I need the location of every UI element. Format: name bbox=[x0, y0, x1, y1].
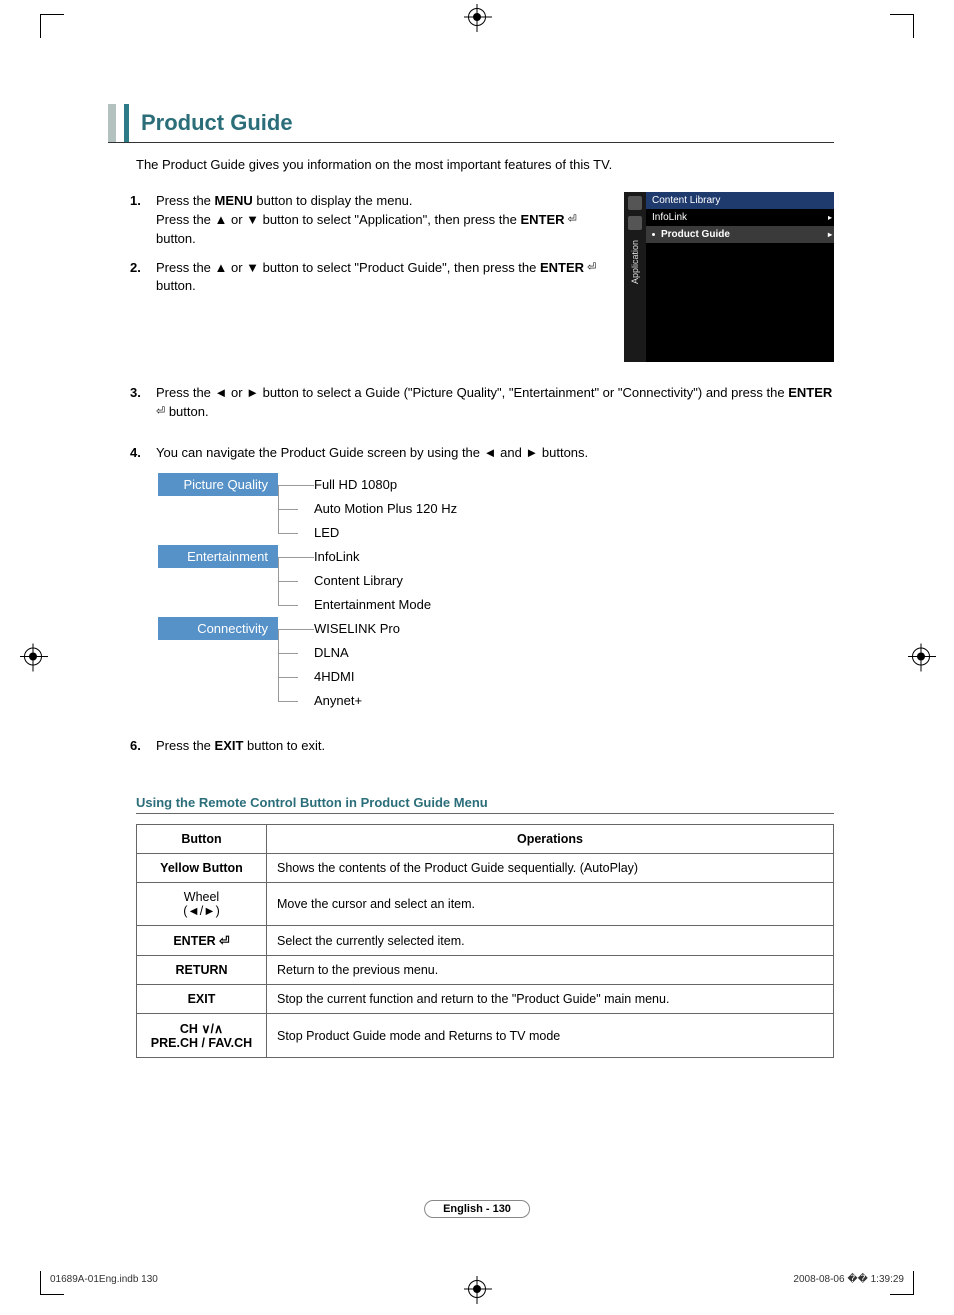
steps-and-menu: 1. Press the MENU button to display the … bbox=[130, 192, 834, 362]
step-text: Press the ◄ or ► button to select a Guid… bbox=[156, 384, 834, 422]
steps-list-end: 6. Press the EXIT button to exit. bbox=[130, 737, 834, 756]
print-meta-left: 01689A-01Eng.indb 130 bbox=[50, 1274, 158, 1285]
table-row: ENTER ⏎ Select the currently selected it… bbox=[137, 926, 834, 956]
step-2: 2. Press the ▲ or ▼ button to select "Pr… bbox=[130, 259, 606, 297]
tree-leaf: LED bbox=[314, 525, 339, 540]
intro-text: The Product Guide gives you information … bbox=[136, 157, 834, 172]
table-row: Wheel(◄/►) Move the cursor and select an… bbox=[137, 883, 834, 926]
button-cell: RETURN bbox=[137, 956, 267, 985]
osd-menu-screenshot: Application Content Library InfoLink▸ Pr… bbox=[624, 192, 834, 362]
step-number: 3. bbox=[130, 384, 156, 422]
tree-leaf: Auto Motion Plus 120 Hz bbox=[314, 501, 457, 516]
title-row: Product Guide bbox=[108, 104, 834, 143]
enter-icon: ⏎ bbox=[156, 406, 165, 418]
osd-menu-item: InfoLink▸ bbox=[646, 209, 834, 226]
table-subtitle: Using the Remote Control Button in Produ… bbox=[136, 795, 834, 814]
operation-cell: Return to the previous menu. bbox=[267, 956, 834, 985]
tree-sub-row: DLNA bbox=[158, 641, 834, 665]
button-cell: EXIT bbox=[137, 985, 267, 1014]
app-icon bbox=[628, 216, 642, 230]
registration-mark-icon bbox=[468, 8, 486, 29]
tree-leaf: WISELINK Pro bbox=[314, 621, 400, 636]
osd-sidebar: Application bbox=[624, 192, 646, 362]
tree-leaf: Entertainment Mode bbox=[314, 597, 431, 612]
enter-icon: ⏎ bbox=[565, 213, 577, 225]
step-text: Press the EXIT button to exit. bbox=[156, 737, 834, 756]
tree-sub-row: Auto Motion Plus 120 Hz bbox=[158, 497, 834, 521]
tree-sub-row: 4HDMI bbox=[158, 665, 834, 689]
enter-icon: ⏎ bbox=[584, 261, 596, 273]
registration-mark-icon bbox=[912, 647, 930, 668]
step-3: 3. Press the ◄ or ► button to select a G… bbox=[130, 384, 834, 422]
crop-mark bbox=[40, 14, 64, 38]
chevron-right-icon: ▸ bbox=[828, 213, 832, 222]
button-cell: ENTER ⏎ bbox=[137, 926, 267, 956]
step-number: 6. bbox=[130, 737, 156, 756]
tree-sub-row: Entertainment Mode bbox=[158, 593, 834, 617]
button-cell: Wheel(◄/►) bbox=[137, 883, 267, 926]
page-footer: English - 130 bbox=[424, 1200, 530, 1215]
button-cell: Yellow Button bbox=[137, 854, 267, 883]
tree-category-row: Entertainment InfoLink bbox=[158, 545, 834, 569]
step-text: Press the ▲ or ▼ button to select "Produ… bbox=[156, 259, 606, 297]
osd-menu-item-selected: Product Guide▸ bbox=[646, 226, 834, 243]
tree-leaf: Full HD 1080p bbox=[314, 477, 397, 492]
tree-leaf: DLNA bbox=[314, 645, 349, 660]
osd-header: Content Library bbox=[646, 192, 834, 209]
steps-list: 1. Press the MENU button to display the … bbox=[130, 192, 606, 362]
tree-sub-row: LED bbox=[158, 521, 834, 545]
steps-list-cont: 3. Press the ◄ or ► button to select a G… bbox=[130, 384, 834, 463]
step-1: 1. Press the MENU button to display the … bbox=[130, 192, 606, 249]
crop-mark bbox=[890, 14, 914, 38]
button-cell: CH ∨/∧PRE.CH / FAV.CH bbox=[137, 1014, 267, 1058]
tree-category-row: Connectivity WISELINK Pro bbox=[158, 617, 834, 641]
category-connectivity: Connectivity bbox=[158, 617, 278, 640]
operation-cell: Stop Product Guide mode and Returns to T… bbox=[267, 1014, 834, 1058]
tree-leaf: InfoLink bbox=[314, 549, 360, 564]
tree-sub-row: Content Library bbox=[158, 569, 834, 593]
osd-main: Content Library InfoLink▸ Product Guide▸ bbox=[646, 192, 834, 362]
page-title: Product Guide bbox=[141, 104, 293, 142]
tree-leaf: Content Library bbox=[314, 573, 403, 588]
app-icon bbox=[628, 196, 642, 210]
manual-page: Product Guide The Product Guide gives yo… bbox=[0, 0, 954, 1315]
guide-tree: Picture Quality Full HD 1080p Auto Motio… bbox=[158, 473, 834, 713]
col-header-button: Button bbox=[137, 825, 267, 854]
operation-cell: Move the cursor and select an item. bbox=[267, 883, 834, 926]
table-row: RETURN Return to the previous menu. bbox=[137, 956, 834, 985]
chevron-right-icon: ▸ bbox=[828, 230, 832, 239]
bullet-icon bbox=[652, 233, 655, 236]
operation-cell: Stop the current function and return to … bbox=[267, 985, 834, 1014]
tree-category-row: Picture Quality Full HD 1080p bbox=[158, 473, 834, 497]
registration-mark-icon bbox=[24, 647, 42, 668]
osd-sidebar-label: Application bbox=[630, 240, 640, 284]
step-6: 6. Press the EXIT button to exit. bbox=[130, 737, 834, 756]
page-content: Product Guide The Product Guide gives yo… bbox=[108, 104, 834, 1058]
col-header-operations: Operations bbox=[267, 825, 834, 854]
step-4: 4. You can navigate the Product Guide sc… bbox=[130, 444, 834, 463]
tree-leaf: 4HDMI bbox=[314, 669, 354, 684]
table-row: CH ∨/∧PRE.CH / FAV.CH Stop Product Guide… bbox=[137, 1014, 834, 1058]
title-accent-bar bbox=[124, 104, 129, 142]
remote-control-table: Button Operations Yellow Button Shows th… bbox=[136, 824, 834, 1058]
operation-cell: Shows the contents of the Product Guide … bbox=[267, 854, 834, 883]
print-meta-right: 2008-08-06 �� 1:39:29 bbox=[793, 1274, 904, 1285]
page-number: English - 130 bbox=[424, 1200, 530, 1218]
table-row: EXIT Stop the current function and retur… bbox=[137, 985, 834, 1014]
category-entertainment: Entertainment bbox=[158, 545, 278, 568]
tree-leaf: Anynet+ bbox=[314, 693, 362, 708]
step-number: 1. bbox=[130, 192, 156, 249]
title-accent-bar bbox=[108, 104, 116, 142]
step-text: You can navigate the Product Guide scree… bbox=[156, 444, 834, 463]
step-text: Press the MENU button to display the men… bbox=[156, 192, 606, 249]
step-number: 4. bbox=[130, 444, 156, 463]
operation-cell: Select the currently selected item. bbox=[267, 926, 834, 956]
category-picture-quality: Picture Quality bbox=[158, 473, 278, 496]
table-header-row: Button Operations bbox=[137, 825, 834, 854]
tree-sub-row: Anynet+ bbox=[158, 689, 834, 713]
step-number: 2. bbox=[130, 259, 156, 297]
registration-mark-icon bbox=[468, 1280, 486, 1301]
table-row: Yellow Button Shows the contents of the … bbox=[137, 854, 834, 883]
